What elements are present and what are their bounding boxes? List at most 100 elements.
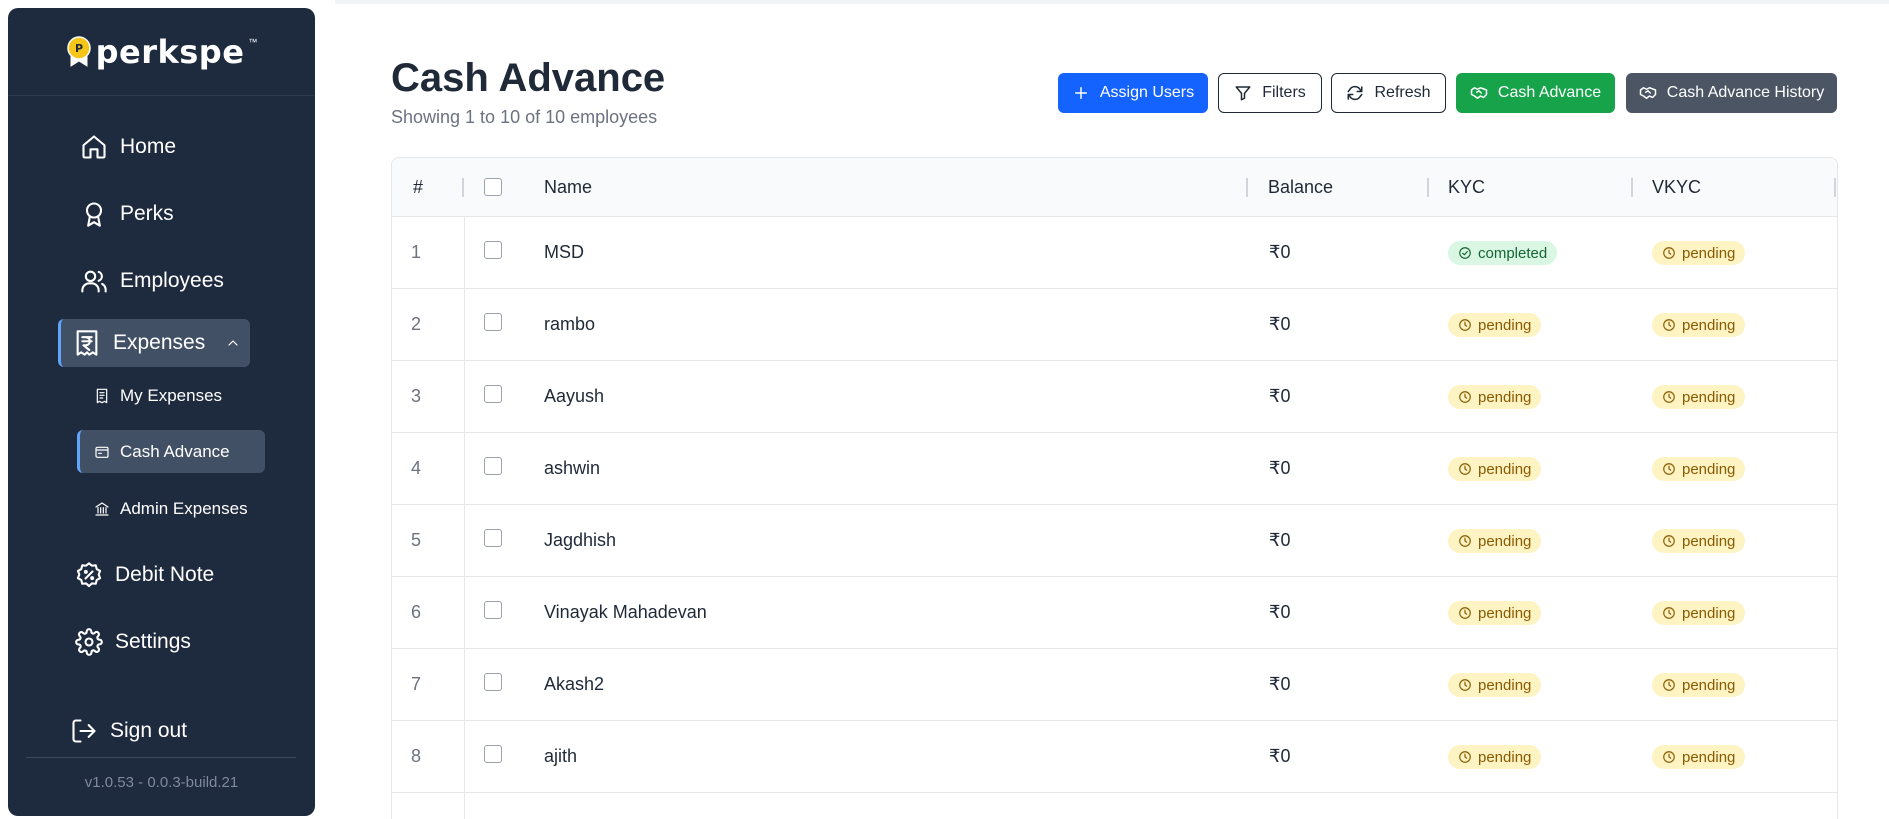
employee-name: rambo (544, 314, 596, 334)
table-row[interactable]: 1 MSD ₹0 completed pending (392, 217, 1837, 289)
cash-advance-label: Cash Advance (1497, 84, 1602, 101)
refresh-button[interactable]: Refresh (1331, 73, 1446, 113)
bank-icon (95, 502, 109, 516)
nav-admin-expenses[interactable]: Admin Expenses (94, 499, 248, 519)
nav-employees[interactable]: Employees (80, 267, 224, 295)
balance-value: ₹0 (1269, 602, 1291, 622)
chevron-up-icon[interactable] (225, 335, 241, 351)
table-row[interactable]: 4 ashwin ₹0 pending pending (392, 433, 1837, 505)
col-kyc[interactable]: KYC (1448, 177, 1485, 198)
col-name[interactable]: Name (544, 177, 592, 198)
nav-my-expenses[interactable]: My Expenses (94, 386, 222, 406)
logo-badge-letter: P (75, 42, 83, 55)
employee-name: ajith (544, 746, 578, 766)
row-index: 4 (411, 458, 422, 478)
filters-label: Filters (1262, 84, 1306, 101)
row-checkbox[interactable] (484, 745, 502, 763)
row-checkbox[interactable] (484, 385, 502, 403)
row-checkbox[interactable] (484, 529, 502, 547)
row-index: 1 (411, 242, 422, 262)
clock-icon (1663, 535, 1675, 547)
logo[interactable]: P perkspe ™ (8, 8, 315, 96)
table-row[interactable]: 8 ajith ₹0 pending pending (392, 721, 1837, 793)
table-row[interactable]: 5 Jagdhish ₹0 pending pending (392, 505, 1837, 577)
status-badge-label: pending (1682, 604, 1736, 622)
nav-sign-out-label: Sign out (110, 719, 188, 742)
users-icon (81, 270, 107, 293)
row-checkbox[interactable] (484, 313, 502, 331)
nav-debit-note[interactable]: Debit Note (75, 561, 214, 589)
nav-expenses[interactable]: Expenses (58, 319, 250, 367)
nav-sign-out[interactable]: Sign out (70, 717, 187, 745)
employees-table: # Name Balance KYC VKYC 1 MSD ₹0 completed p… (391, 157, 1838, 819)
page-subtitle: Showing 1 to 10 of 10 employees (391, 107, 658, 127)
row-checkbox[interactable] (484, 241, 502, 259)
clock-icon (1663, 319, 1675, 331)
balance-value: ₹0 (1269, 530, 1291, 550)
status-badge-label: pending (1478, 604, 1532, 622)
refresh-icon (1347, 85, 1363, 101)
col-balance[interactable]: Balance (1268, 177, 1333, 198)
select-all-checkbox[interactable] (484, 178, 502, 196)
clock-icon (1459, 607, 1471, 619)
table-row[interactable]: 3 Aayush ₹0 pending pending (392, 361, 1837, 433)
status-badge-label: pending (1682, 244, 1736, 262)
row-checkbox[interactable] (484, 673, 502, 691)
col-separator[interactable] (1834, 178, 1836, 197)
plus-icon (1074, 87, 1087, 99)
clock-icon (1459, 679, 1471, 691)
cash-advance-history-button[interactable]: Cash Advance History (1626, 73, 1837, 113)
cash-advance-button[interactable]: Cash Advance (1456, 73, 1615, 113)
filters-button[interactable]: Filters (1218, 73, 1322, 113)
status-badge-label: pending (1682, 460, 1736, 478)
cash-advance-history-label: Cash Advance History (1666, 84, 1825, 101)
col-separator[interactable] (1631, 178, 1633, 197)
row-index: 6 (411, 602, 422, 622)
table-row[interactable]: 7 Akash2 ₹0 pending pending (392, 649, 1837, 721)
assign-users-button[interactable]: Assign Users (1058, 73, 1208, 113)
col-separator[interactable] (1246, 178, 1248, 197)
discount-badge-icon (76, 562, 102, 588)
employee-name: Vinayak Mahadevan (544, 602, 707, 622)
employee-name: Jagdhish (544, 530, 617, 550)
clock-icon (1663, 751, 1675, 763)
nav-perks-label: Perks (120, 202, 174, 225)
row-index: 8 (411, 746, 422, 766)
page-title: Cash Advance (391, 56, 666, 100)
col-separator[interactable] (1427, 178, 1429, 197)
status-badge-label: pending (1682, 316, 1736, 334)
trademark-mark: ™ (248, 36, 258, 47)
col-vkyc[interactable]: VKYC (1652, 177, 1701, 198)
table-row[interactable]: 6 Vinayak Mahadevan ₹0 pending pending (392, 577, 1837, 649)
status-badge: pending (1652, 529, 1746, 553)
status-badge: pending (1448, 601, 1542, 625)
nav-settings-label: Settings (115, 630, 191, 653)
nav-my-expenses-label: My Expenses (120, 386, 223, 405)
table-row[interactable]: 2 rambo ₹0 pending pending (392, 289, 1837, 361)
home-icon (82, 135, 106, 159)
row-checkbox[interactable] (484, 457, 502, 475)
status-badge-label: pending (1682, 532, 1736, 550)
sidebar-divider (26, 757, 296, 758)
status-badge: completed (1448, 241, 1558, 265)
sidebar: P perkspe ™ Home Perks Employees Expenses… (8, 8, 315, 816)
nav-settings[interactable]: Settings (75, 628, 191, 656)
rupee-receipt-icon (76, 330, 98, 356)
employee-name: Aayush (544, 386, 605, 406)
status-badge-label: pending (1478, 532, 1532, 550)
col-index: # (413, 177, 424, 197)
nav-perks[interactable]: Perks (80, 200, 174, 228)
nav-cash-advance[interactable]: Cash Advance (77, 430, 265, 473)
status-badge: pending (1448, 673, 1542, 697)
balance-value: ₹0 (1269, 314, 1291, 334)
col-separator[interactable] (462, 178, 464, 197)
gear-icon (75, 628, 103, 656)
row-checkbox[interactable] (484, 601, 502, 619)
logo-text: perkspe (95, 32, 245, 71)
status-badge: pending (1652, 385, 1746, 409)
status-badge: pending (1448, 313, 1542, 337)
nav-home[interactable]: Home (80, 133, 176, 161)
status-badge: pending (1652, 745, 1746, 769)
wallet-icon (95, 446, 109, 458)
status-badge: pending (1652, 601, 1746, 625)
